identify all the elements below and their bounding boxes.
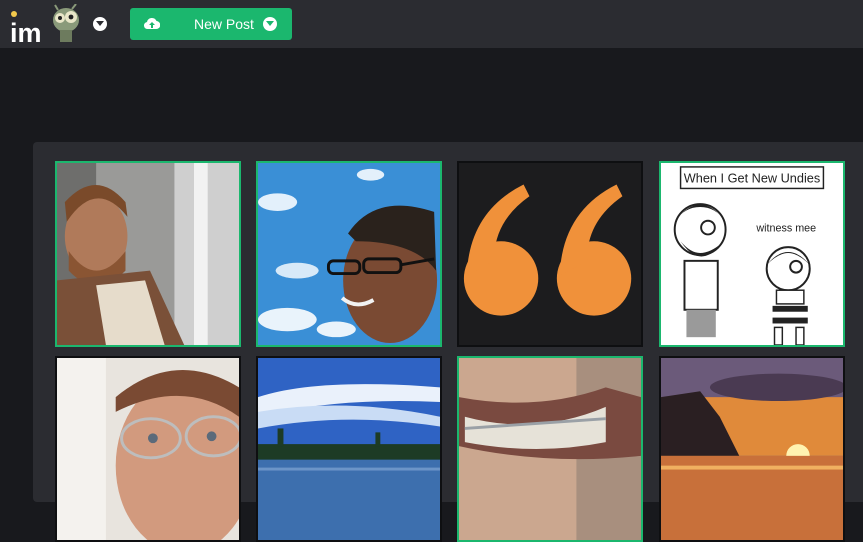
- gallery-tile-sunset-coast[interactable]: [659, 356, 845, 542]
- svg-text:im: im: [10, 18, 42, 46]
- chevron-down-icon[interactable]: [263, 17, 277, 31]
- new-post-button[interactable]: New Post: [130, 8, 292, 40]
- gallery-tile-lake-blue-sky[interactable]: [256, 356, 442, 542]
- svg-text:witness mee: witness mee: [755, 222, 816, 234]
- logo-menu-chevron-icon[interactable]: [93, 17, 107, 31]
- svg-text:When I Get New Undies: When I Get New Undies: [684, 171, 820, 186]
- top-navigation-bar: im New Post: [0, 0, 863, 48]
- gallery-tile-man-glasses-sky[interactable]: [256, 161, 442, 347]
- gallery-tile-comic-new-undies[interactable]: When I Get New Undies witness mee: [659, 161, 845, 347]
- cloud-upload-icon: [143, 17, 161, 35]
- new-post-label: New Post: [194, 16, 254, 32]
- gallery-tile-man-glasses-closeup[interactable]: [55, 356, 241, 542]
- imgur-logo[interactable]: im: [8, 3, 86, 48]
- gallery-tile-bearded-man-robe[interactable]: [55, 161, 241, 347]
- gallery-tile-braces-smile[interactable]: [457, 356, 643, 542]
- gallery-tile-orange-quote-marks[interactable]: [457, 161, 643, 347]
